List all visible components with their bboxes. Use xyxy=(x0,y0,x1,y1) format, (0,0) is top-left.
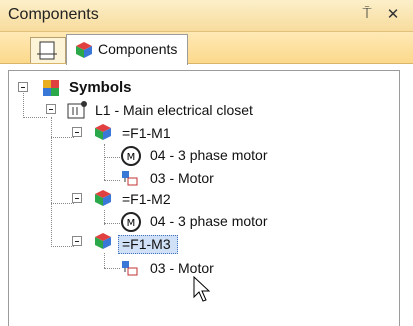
mouse-cursor-icon xyxy=(193,276,211,302)
tree-node-f1-m2[interactable]: =F1-M2 xyxy=(122,191,171,207)
tree-node-f1-m1[interactable]: =F1-M1 xyxy=(122,125,171,141)
svg-text:M: M xyxy=(127,152,136,163)
tree-node-3-phase-motor[interactable]: 04 - 3 phase motor xyxy=(150,147,268,163)
component-icon xyxy=(95,124,111,140)
symbols-icon xyxy=(43,80,59,96)
components-icon xyxy=(76,42,92,58)
tree-node-location[interactable]: L1 - Main electrical closet xyxy=(95,102,253,118)
collapse-toggle-f1-m3[interactable] xyxy=(72,236,82,246)
svg-text:M: M xyxy=(127,218,136,229)
collapse-toggle-symbols[interactable] xyxy=(18,82,28,92)
motor-symbol-icon: M xyxy=(121,212,141,232)
component-icon xyxy=(95,190,111,206)
close-icon[interactable]: ✕ xyxy=(384,5,402,23)
motor-part-icon xyxy=(122,261,138,276)
tree-node-motor[interactable]: 03 - Motor xyxy=(150,260,214,276)
pin-icon[interactable]: ⍑ xyxy=(358,5,376,22)
tree-node-f1-m3[interactable]: =F1-M3 xyxy=(122,236,171,252)
tree-node-3-phase-motor[interactable]: 04 - 3 phase motor xyxy=(150,213,268,229)
components-panel: Components ⍑ ✕ Components Symbols L1 - M… xyxy=(0,0,413,326)
component-icon xyxy=(95,233,111,249)
motor-symbol-icon: M xyxy=(121,146,141,166)
tree-node-motor[interactable]: 03 - Motor xyxy=(150,170,214,186)
tree-node-symbols[interactable]: Symbols xyxy=(69,79,132,96)
file-tree-icon xyxy=(37,41,57,60)
tab-files[interactable] xyxy=(30,37,66,63)
tab-components-label: Components xyxy=(98,41,178,57)
collapse-toggle-f1-m2[interactable] xyxy=(72,193,82,203)
collapse-toggle-f1-m1[interactable] xyxy=(72,127,82,137)
tab-components[interactable]: Components xyxy=(66,34,188,65)
panel-titlebar: Components ⍑ ✕ xyxy=(0,0,413,32)
cabinet-icon xyxy=(67,101,87,119)
panel-title: Components xyxy=(8,6,99,23)
motor-part-icon xyxy=(122,171,138,186)
collapse-toggle-location[interactable] xyxy=(46,104,56,114)
